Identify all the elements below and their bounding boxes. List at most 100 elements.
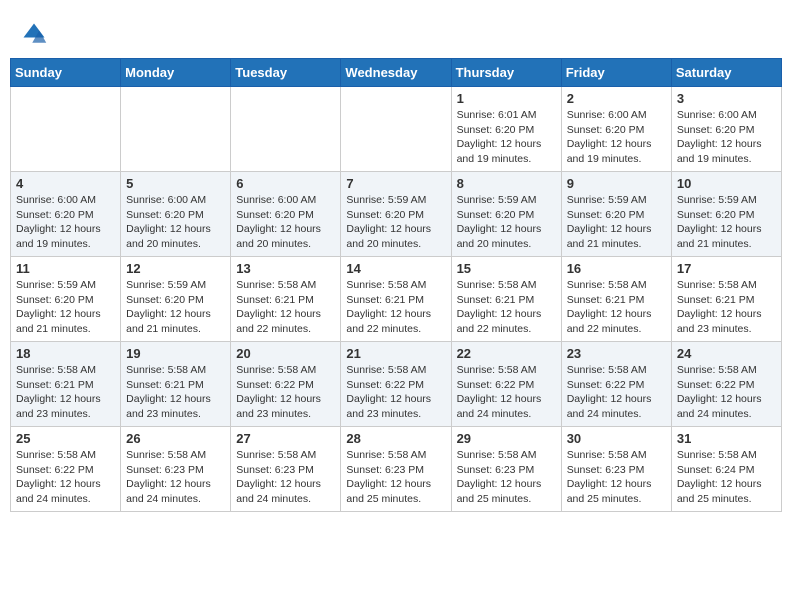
table-row: 28 Sunrise: 5:58 AM Sunset: 6:23 PM Dayli…: [341, 427, 451, 512]
table-row: 26 Sunrise: 5:58 AM Sunset: 6:23 PM Dayli…: [121, 427, 231, 512]
day-info: Sunrise: 5:58 AM Sunset: 6:21 PM Dayligh…: [457, 278, 556, 337]
day-of-week-header: Friday: [561, 59, 671, 87]
table-row: 17 Sunrise: 5:58 AM Sunset: 6:21 PM Dayli…: [671, 257, 781, 342]
table-row: 27 Sunrise: 5:58 AM Sunset: 6:23 PM Dayli…: [231, 427, 341, 512]
day-info: Sunrise: 5:58 AM Sunset: 6:23 PM Dayligh…: [346, 448, 445, 507]
logo: [20, 20, 52, 48]
day-number: 30: [567, 431, 666, 446]
day-number: 18: [16, 346, 115, 361]
calendar-week-row: 4 Sunrise: 6:00 AM Sunset: 6:20 PM Daylig…: [11, 172, 782, 257]
day-number: 1: [457, 91, 556, 106]
day-number: 13: [236, 261, 335, 276]
day-number: 29: [457, 431, 556, 446]
table-row: [231, 87, 341, 172]
day-of-week-header: Thursday: [451, 59, 561, 87]
table-row: 21 Sunrise: 5:58 AM Sunset: 6:22 PM Dayli…: [341, 342, 451, 427]
day-info: Sunrise: 5:59 AM Sunset: 6:20 PM Dayligh…: [567, 193, 666, 252]
day-info: Sunrise: 5:58 AM Sunset: 6:22 PM Dayligh…: [677, 363, 776, 422]
table-row: 5Sunrise: 6:00 AM Sunset: 6:20 PM Daylig…: [121, 172, 231, 257]
table-row: 30 Sunrise: 5:58 AM Sunset: 6:23 PM Dayli…: [561, 427, 671, 512]
calendar-table: SundayMondayTuesdayWednesdayThursdayFrid…: [10, 58, 782, 512]
day-info: Sunrise: 5:59 AM Sunset: 6:20 PM Dayligh…: [126, 278, 225, 337]
day-number: 9: [567, 176, 666, 191]
day-number: 8: [457, 176, 556, 191]
day-number: 4: [16, 176, 115, 191]
day-info: Sunrise: 5:58 AM Sunset: 6:22 PM Dayligh…: [457, 363, 556, 422]
day-info: Sunrise: 5:58 AM Sunset: 6:21 PM Dayligh…: [126, 363, 225, 422]
day-info: Sunrise: 5:58 AM Sunset: 6:24 PM Dayligh…: [677, 448, 776, 507]
day-info: Sunrise: 5:58 AM Sunset: 6:22 PM Dayligh…: [16, 448, 115, 507]
day-number: 24: [677, 346, 776, 361]
table-row: 25 Sunrise: 5:58 AM Sunset: 6:22 PM Dayli…: [11, 427, 121, 512]
day-info: Sunrise: 6:00 AM Sunset: 6:20 PM Dayligh…: [677, 108, 776, 167]
day-info: Sunrise: 5:58 AM Sunset: 6:22 PM Dayligh…: [567, 363, 666, 422]
table-row: 12 Sunrise: 5:59 AM Sunset: 6:20 PM Dayli…: [121, 257, 231, 342]
day-number: 21: [346, 346, 445, 361]
day-number: 19: [126, 346, 225, 361]
day-of-week-header: Sunday: [11, 59, 121, 87]
day-info: Sunrise: 5:58 AM Sunset: 6:21 PM Dayligh…: [236, 278, 335, 337]
table-row: 2 Sunrise: 6:00 AM Sunset: 6:20 PM Daylig…: [561, 87, 671, 172]
day-info: Sunrise: 5:58 AM Sunset: 6:22 PM Dayligh…: [236, 363, 335, 422]
table-row: 7Sunrise: 5:59 AM Sunset: 6:20 PM Daylig…: [341, 172, 451, 257]
day-number: 14: [346, 261, 445, 276]
day-of-week-header: Monday: [121, 59, 231, 87]
day-info: Sunrise: 5:58 AM Sunset: 6:21 PM Dayligh…: [677, 278, 776, 337]
table-row: 16Sunrise: 5:58 AM Sunset: 6:21 PM Dayli…: [561, 257, 671, 342]
day-number: 3: [677, 91, 776, 106]
table-row: 24 Sunrise: 5:58 AM Sunset: 6:22 PM Dayli…: [671, 342, 781, 427]
table-row: 31 Sunrise: 5:58 AM Sunset: 6:24 PM Dayli…: [671, 427, 781, 512]
day-info: Sunrise: 5:58 AM Sunset: 6:23 PM Dayligh…: [567, 448, 666, 507]
page-header: [10, 10, 782, 53]
day-number: 26: [126, 431, 225, 446]
table-row: 29 Sunrise: 5:58 AM Sunset: 6:23 PM Dayli…: [451, 427, 561, 512]
table-row: 18Sunrise: 5:58 AM Sunset: 6:21 PM Dayli…: [11, 342, 121, 427]
day-number: 2: [567, 91, 666, 106]
day-number: 7: [346, 176, 445, 191]
day-number: 17: [677, 261, 776, 276]
table-row: [121, 87, 231, 172]
day-info: Sunrise: 5:58 AM Sunset: 6:23 PM Dayligh…: [236, 448, 335, 507]
calendar-header-row: SundayMondayTuesdayWednesdayThursdayFrid…: [11, 59, 782, 87]
day-number: 25: [16, 431, 115, 446]
table-row: [11, 87, 121, 172]
table-row: [341, 87, 451, 172]
day-info: Sunrise: 5:58 AM Sunset: 6:23 PM Dayligh…: [126, 448, 225, 507]
day-of-week-header: Wednesday: [341, 59, 451, 87]
day-of-week-header: Tuesday: [231, 59, 341, 87]
day-number: 12: [126, 261, 225, 276]
calendar-week-row: 11 Sunrise: 5:59 AM Sunset: 6:20 PM Dayli…: [11, 257, 782, 342]
day-info: Sunrise: 5:58 AM Sunset: 6:22 PM Dayligh…: [346, 363, 445, 422]
table-row: 14 Sunrise: 5:58 AM Sunset: 6:21 PM Dayli…: [341, 257, 451, 342]
table-row: 15 Sunrise: 5:58 AM Sunset: 6:21 PM Dayli…: [451, 257, 561, 342]
day-info: Sunrise: 6:00 AM Sunset: 6:20 PM Dayligh…: [126, 193, 225, 252]
table-row: 6Sunrise: 6:00 AM Sunset: 6:20 PM Daylig…: [231, 172, 341, 257]
table-row: 3 Sunrise: 6:00 AM Sunset: 6:20 PM Daylig…: [671, 87, 781, 172]
table-row: 11Sunrise: 5:59 AM Sunset: 6:20 PM Dayli…: [11, 257, 121, 342]
day-number: 11: [16, 261, 115, 276]
day-number: 6: [236, 176, 335, 191]
table-row: 13 Sunrise: 5:58 AM Sunset: 6:21 PM Dayli…: [231, 257, 341, 342]
day-info: Sunrise: 6:00 AM Sunset: 6:20 PM Dayligh…: [567, 108, 666, 167]
day-number: 27: [236, 431, 335, 446]
day-info: Sunrise: 6:00 AM Sunset: 6:20 PM Dayligh…: [16, 193, 115, 252]
day-info: Sunrise: 5:58 AM Sunset: 6:21 PM Dayligh…: [346, 278, 445, 337]
table-row: 19 Sunrise: 5:58 AM Sunset: 6:21 PM Dayli…: [121, 342, 231, 427]
table-row: 9 Sunrise: 5:59 AM Sunset: 6:20 PM Daylig…: [561, 172, 671, 257]
table-row: 23 Sunrise: 5:58 AM Sunset: 6:22 PM Dayli…: [561, 342, 671, 427]
day-number: 31: [677, 431, 776, 446]
calendar-week-row: 1 Sunrise: 6:01 AM Sunset: 6:20 PM Daylig…: [11, 87, 782, 172]
table-row: 20Sunrise: 5:58 AM Sunset: 6:22 PM Dayli…: [231, 342, 341, 427]
day-info: Sunrise: 6:01 AM Sunset: 6:20 PM Dayligh…: [457, 108, 556, 167]
day-info: Sunrise: 5:58 AM Sunset: 6:23 PM Dayligh…: [457, 448, 556, 507]
calendar-week-row: 18 Sunrise: 5:58 AM Sunset: 6:21 PM Dayli…: [11, 342, 782, 427]
day-number: 23: [567, 346, 666, 361]
table-row: 1 Sunrise: 6:01 AM Sunset: 6:20 PM Daylig…: [451, 87, 561, 172]
table-row: 10Sunrise: 5:59 AM Sunset: 6:20 PM Dayli…: [671, 172, 781, 257]
day-number: 28: [346, 431, 445, 446]
table-row: 8Sunrise: 5:59 AM Sunset: 6:20 PM Daylig…: [451, 172, 561, 257]
table-row: 22Sunrise: 5:58 AM Sunset: 6:22 PM Dayli…: [451, 342, 561, 427]
day-number: 16: [567, 261, 666, 276]
day-info: Sunrise: 5:59 AM Sunset: 6:20 PM Dayligh…: [677, 193, 776, 252]
day-number: 15: [457, 261, 556, 276]
